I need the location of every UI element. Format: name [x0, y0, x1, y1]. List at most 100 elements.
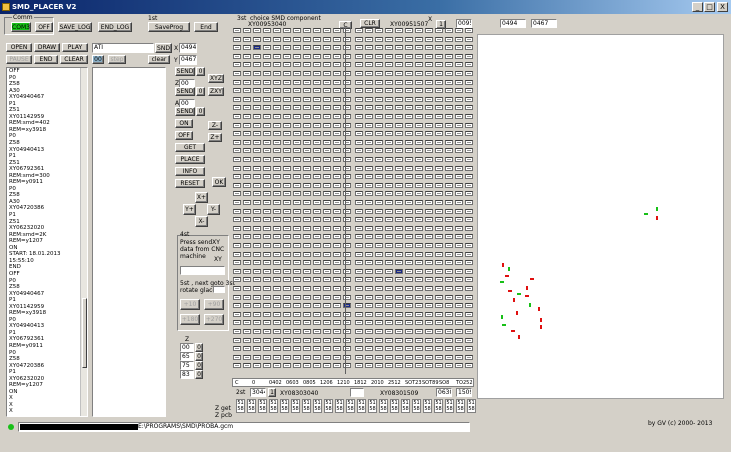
component-cell[interactable]: [253, 208, 261, 214]
component-cell[interactable]: [273, 45, 281, 51]
component-cell[interactable]: [395, 105, 403, 111]
program-log-list[interactable]: OFF P0 Z58 A30 XY04940467 P1 Z51 XY01142959 REM:…: [6, 67, 88, 417]
component-cell[interactable]: [385, 157, 393, 162]
component-cell[interactable]: [365, 286, 373, 291]
component-cell[interactable]: [313, 191, 321, 197]
component-cell[interactable]: [405, 320, 413, 326]
component-cell[interactable]: [375, 294, 383, 300]
component-cell[interactable]: [293, 62, 301, 68]
component-cell[interactable]: [385, 294, 393, 300]
component-cell[interactable]: [243, 131, 251, 137]
component-cell[interactable]: [263, 148, 271, 154]
component-cell[interactable]: [425, 148, 433, 154]
component-cell[interactable]: [303, 62, 311, 68]
component-cell[interactable]: [425, 114, 433, 119]
component-cell[interactable]: [415, 243, 423, 248]
component-cell[interactable]: [405, 53, 413, 59]
file-path-field[interactable]: E:\PROGRAMS\SMD\PROBA.gcm: [18, 422, 470, 432]
component-cell[interactable]: [313, 165, 321, 171]
component-cell[interactable]: [303, 337, 311, 343]
component-cell[interactable]: [243, 329, 251, 334]
component-cell[interactable]: [283, 114, 291, 119]
component-cell[interactable]: [303, 28, 311, 33]
component-cell[interactable]: [355, 28, 363, 33]
x-coord-field[interactable]: 0494: [179, 43, 197, 53]
component-cell[interactable]: [283, 174, 291, 180]
component-cell[interactable]: [313, 277, 321, 283]
component-cell[interactable]: [233, 148, 241, 154]
component-cell[interactable]: [273, 79, 281, 85]
component-cell[interactable]: [303, 191, 311, 197]
component-cell[interactable]: [283, 157, 291, 162]
component-cell[interactable]: [385, 88, 393, 94]
component-cell[interactable]: [465, 363, 473, 369]
component-cell[interactable]: [323, 243, 331, 248]
component-cell[interactable]: [293, 105, 301, 111]
board-canvas[interactable]: [477, 34, 724, 399]
component-cell[interactable]: [263, 217, 271, 223]
component-cell[interactable]: [253, 363, 261, 369]
component-cell[interactable]: [365, 311, 373, 317]
component-cell[interactable]: [313, 260, 321, 266]
component-cell[interactable]: [425, 105, 433, 111]
component-cell[interactable]: [425, 45, 433, 51]
component-cell[interactable]: [313, 122, 321, 128]
component-cell[interactable]: [243, 337, 251, 343]
component-cell[interactable]: [293, 114, 301, 119]
component-cell[interactable]: [253, 105, 261, 111]
component-cell[interactable]: [323, 71, 331, 76]
component-cell[interactable]: [333, 208, 341, 214]
snd-button[interactable]: SND: [155, 43, 172, 53]
secondary-list[interactable]: [92, 67, 166, 417]
component-cell[interactable]: [455, 234, 463, 240]
command-input[interactable]: ATI: [92, 43, 154, 53]
component-cell[interactable]: [263, 114, 271, 119]
component-cell[interactable]: [355, 165, 363, 171]
component-cell[interactable]: [375, 45, 383, 51]
component-cell[interactable]: [445, 165, 453, 171]
component-cell[interactable]: [233, 36, 241, 42]
component-cell[interactable]: [395, 294, 403, 300]
component-cell[interactable]: [375, 131, 383, 137]
component-cell[interactable]: [273, 182, 281, 188]
component-cell[interactable]: [455, 114, 463, 119]
component-cell[interactable]: [405, 346, 413, 352]
component-cell[interactable]: [385, 320, 393, 326]
component-cell[interactable]: [243, 53, 251, 59]
component-cell[interactable]: [293, 354, 301, 360]
component-cell[interactable]: [435, 105, 443, 111]
component-cell[interactable]: [375, 251, 383, 257]
component-cell[interactable]: [365, 165, 373, 171]
z-cell[interactable]: 51 58: [445, 399, 454, 413]
component-cell[interactable]: [293, 157, 301, 162]
component-cell[interactable]: [425, 363, 433, 369]
component-cell[interactable]: [263, 88, 271, 94]
component-cell[interactable]: [333, 329, 341, 334]
zlist-set-0[interactable]: 0: [195, 343, 203, 352]
component-cell[interactable]: [455, 139, 463, 145]
component-cell[interactable]: [395, 191, 403, 197]
component-cell[interactable]: [293, 243, 301, 248]
component-cell[interactable]: [455, 182, 463, 188]
component-cell[interactable]: [445, 260, 453, 266]
component-cell[interactable]: [385, 337, 393, 343]
component-cell[interactable]: [243, 354, 251, 360]
component-cell[interactable]: [233, 174, 241, 180]
component-cell[interactable]: [435, 243, 443, 248]
component-cell[interactable]: [333, 363, 341, 369]
clr-button[interactable]: CLR: [360, 19, 380, 28]
component-cell[interactable]: [445, 208, 453, 214]
component-cell[interactable]: [233, 225, 241, 231]
component-cell[interactable]: [293, 71, 301, 76]
component-cell[interactable]: [313, 234, 321, 240]
component-cell[interactable]: [233, 96, 241, 102]
component-cell[interactable]: [303, 96, 311, 102]
component-cell[interactable]: [303, 234, 311, 240]
component-cell[interactable]: [323, 200, 331, 205]
component-cell[interactable]: [405, 105, 413, 111]
component-cell[interactable]: [283, 165, 291, 171]
component-cell[interactable]: [323, 268, 331, 274]
component-cell[interactable]: [313, 217, 321, 223]
z-cell[interactable]: 51 58: [313, 399, 322, 413]
component-cell[interactable]: [415, 165, 423, 171]
